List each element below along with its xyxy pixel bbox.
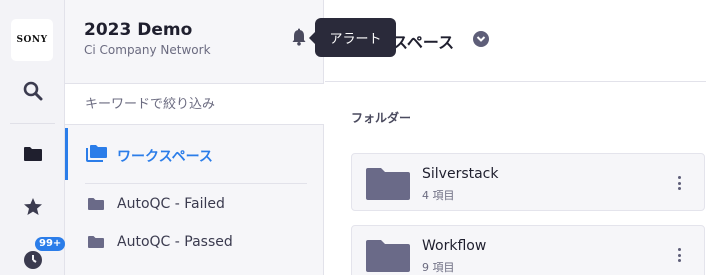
folders-icon: [86, 145, 107, 162]
folder-name: Silverstack: [422, 166, 499, 182]
bell-icon[interactable]: [290, 28, 308, 46]
nav-item-label: ワークスペース: [117, 149, 213, 165]
kebab-dot: [677, 187, 681, 190]
folder-menu-button[interactable]: [672, 246, 686, 264]
folder-icon: [366, 240, 410, 272]
nav-item-label: AutoQC - Passed: [117, 234, 233, 250]
kebab-dot: [677, 176, 681, 179]
folder-item-count: 9 項目: [422, 261, 455, 274]
nav-divider: [85, 183, 307, 184]
folder-icon: [366, 168, 410, 200]
filter-input[interactable]: [85, 96, 305, 112]
folder-icon: [23, 147, 42, 161]
folder-icon: [88, 198, 104, 210]
kebab-dot: [677, 259, 681, 262]
rail-divider: [10, 123, 55, 124]
folder-name: Workflow: [422, 238, 487, 254]
favorites-nav-button[interactable]: [0, 187, 65, 227]
section-heading: フォルダー: [351, 111, 412, 125]
workspace-title: 2023 Demo: [84, 20, 193, 40]
tooltip-arrow: [309, 32, 315, 44]
folder-item-count: 4 項目: [422, 189, 455, 202]
folder-card-silverstack[interactable]: Silverstack 4 項目: [351, 153, 705, 211]
chevron-down-icon: [476, 36, 486, 42]
kebab-dot: [677, 253, 681, 257]
icon-rail: SONY 99+: [0, 0, 66, 275]
search-icon: [23, 81, 42, 101]
kebab-dot: [677, 181, 681, 185]
folder-menu-button[interactable]: [672, 174, 686, 192]
sony-logo[interactable]: SONY: [11, 19, 53, 61]
nav-item-autoqc-passed[interactable]: AutoQC - Passed: [65, 224, 324, 260]
active-indicator: [65, 128, 68, 180]
workspace-subtitle: Ci Company Network: [84, 43, 211, 57]
workspace-sidebar: 2023 Demo Ci Company Network ワークスペース Aut…: [65, 0, 324, 275]
nav-item-autoqc-failed[interactable]: AutoQC - Failed: [65, 186, 324, 222]
folder-card-workflow[interactable]: Workflow 9 項目: [351, 225, 705, 275]
notification-count-badge: 99+: [35, 237, 66, 251]
tooltip-text: アラート: [329, 32, 382, 47]
folders-nav-button[interactable]: [0, 134, 65, 174]
folder-icon: [88, 236, 104, 248]
title-dropdown-button[interactable]: [473, 31, 489, 47]
page-title: スペース: [392, 33, 455, 52]
clock-icon: [23, 251, 42, 269]
search-button[interactable]: [0, 71, 65, 111]
star-icon: [23, 198, 42, 215]
alert-tooltip: アラート: [309, 18, 396, 57]
nav-item-workspace[interactable]: ワークスペース: [65, 128, 324, 180]
nav-item-label: AutoQC - Failed: [117, 196, 225, 212]
kebab-dot: [677, 248, 681, 251]
header-divider: [325, 81, 706, 82]
filter-box: [65, 83, 324, 125]
